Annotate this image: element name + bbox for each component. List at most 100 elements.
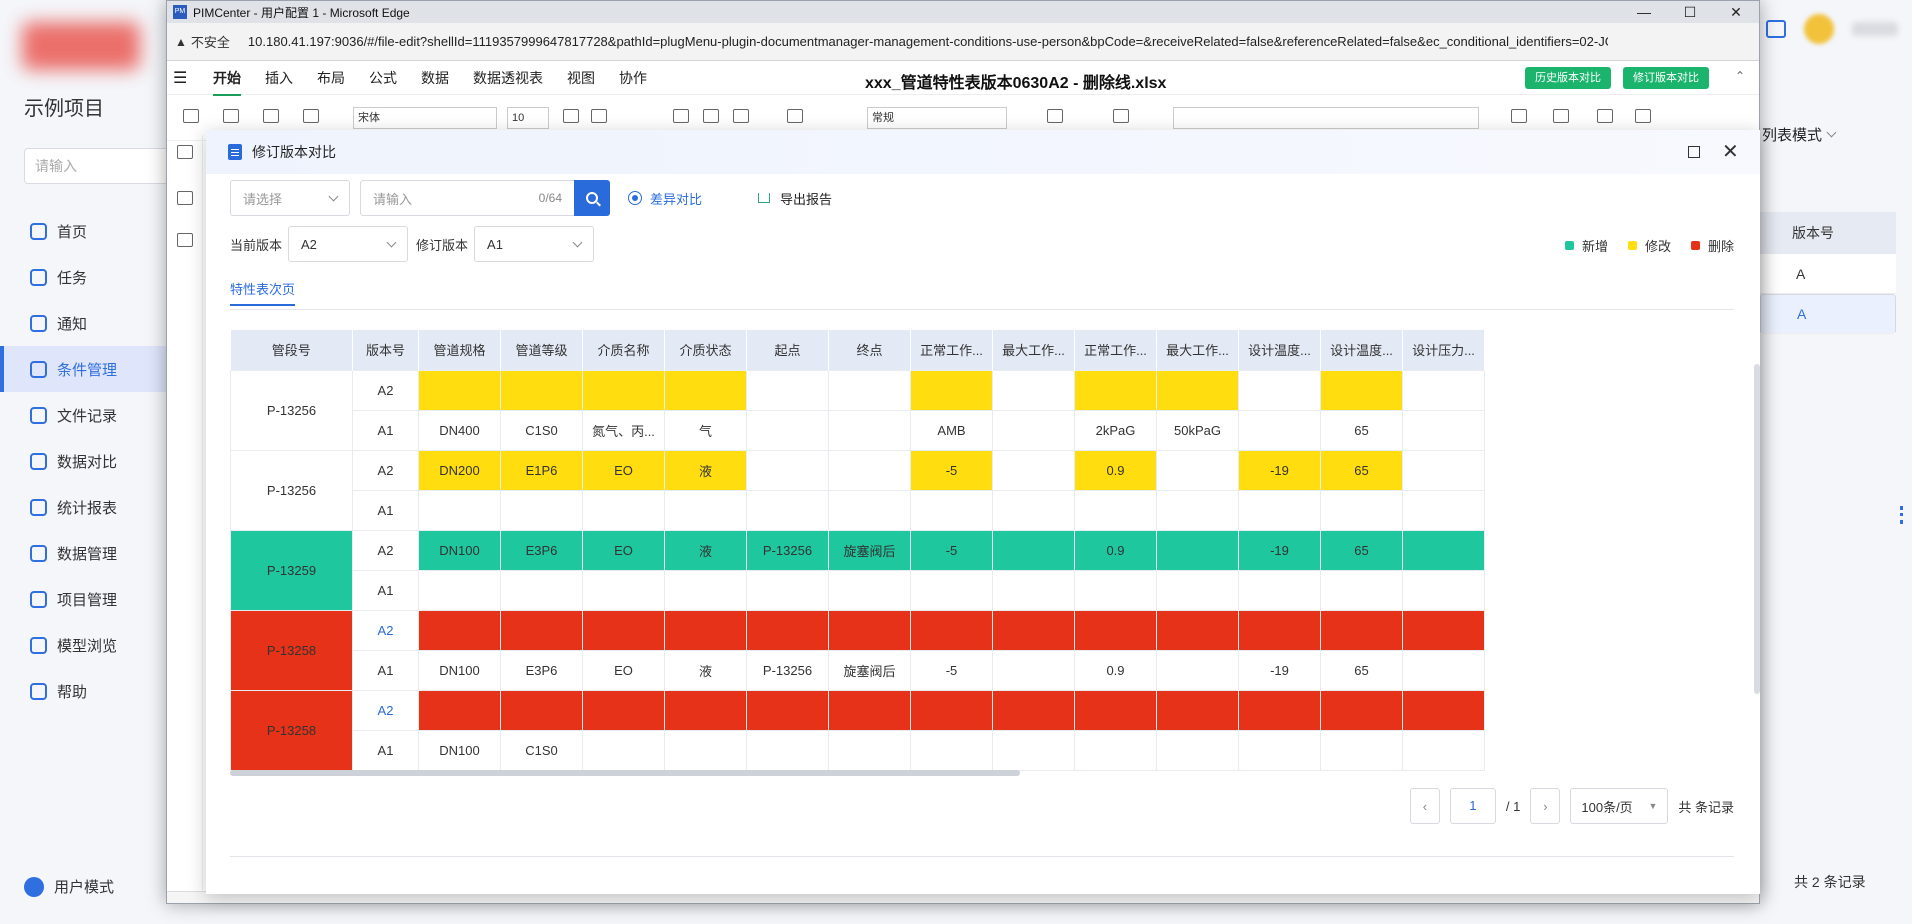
insert-cell-icon[interactable]	[1511, 109, 1527, 123]
table-row[interactable]: A1 DN400 C1S0 氮气、丙... 气 AMB 2kPaG 50kPaG 65	[231, 409, 1485, 451]
column-header[interactable]: 介质名称	[582, 330, 665, 370]
sidebar-item[interactable]: 项目管理	[0, 576, 166, 622]
table-row[interactable]: A1 DN100 E3P6 EO 液 P-13256 旋塞阀后 -5 0.9 -19 65	[231, 649, 1485, 691]
vertical-scrollbar[interactable]	[1754, 364, 1760, 694]
search-input[interactable]: 请输入 0/64	[360, 180, 574, 216]
history-compare-button[interactable]: 历史版本对比	[1525, 67, 1611, 89]
hamburger-menu-icon[interactable]: ☰	[173, 68, 201, 88]
column-header[interactable]: 介质状态	[664, 330, 747, 370]
user-mode-button[interactable]: 用户模式	[24, 876, 114, 897]
column-header[interactable]: 起点	[746, 330, 829, 370]
column-header[interactable]: 管道规格	[418, 330, 501, 370]
prev-page-button[interactable]: ‹	[1409, 788, 1440, 824]
column-header[interactable]: 正常工作...	[1074, 330, 1157, 370]
table-row[interactable]: P-13256 A2 DN200 E1P6 EO 液 -5 0.9 -19 65	[230, 449, 1485, 531]
table-row[interactable]: P-13259 A2 DN100 E3P6 EO 液 P-13256 旋塞阀后 -5 0.9 -19…	[230, 529, 1485, 611]
search-button[interactable]	[574, 180, 610, 216]
bg-table-row[interactable]: A	[1760, 294, 1896, 334]
font-shrink-icon[interactable]	[591, 109, 607, 123]
maximize-icon[interactable]	[1688, 146, 1700, 158]
sidebar-item[interactable]: 文件记录	[0, 392, 166, 438]
column-header[interactable]: 设计温度...	[1238, 330, 1321, 370]
page-input[interactable]: 1	[1449, 788, 1496, 824]
sort-icon[interactable]	[1597, 109, 1613, 123]
menu-collab[interactable]: 协作	[619, 68, 647, 88]
avatar[interactable]	[1804, 14, 1834, 44]
column-header[interactable]: 终点	[828, 330, 911, 370]
horizontal-scrollbar[interactable]	[230, 770, 1020, 776]
table-row[interactable]: A1 DN100 C1S0	[231, 729, 1485, 771]
font-grow-icon[interactable]	[563, 109, 579, 123]
comment-icon[interactable]	[177, 233, 193, 247]
sidebar-item[interactable]: 数据对比	[0, 438, 166, 484]
revision-version-select[interactable]: A1	[474, 226, 595, 262]
column-header[interactable]: 版本号	[352, 330, 419, 370]
revision-compare-button[interactable]: 修订版本对比	[1623, 67, 1709, 89]
menu-data[interactable]: 数据	[421, 68, 449, 88]
sidebar-item[interactable]: 帮助	[0, 668, 166, 714]
align-top-icon[interactable]	[673, 109, 689, 123]
table-icon[interactable]	[1047, 109, 1063, 123]
table-row[interactable]: P-13258 A2	[230, 609, 1485, 691]
export-report-button[interactable]: 导出报告	[758, 189, 832, 208]
menu-start[interactable]: 开始	[213, 68, 241, 96]
sidebar-item[interactable]: 统计报表	[0, 484, 166, 530]
menu-layout[interactable]: 布局	[317, 68, 345, 88]
field-select[interactable]: 请选择	[230, 180, 350, 216]
collapse-ribbon-icon[interactable]: ⌃	[1735, 69, 1745, 83]
font-name-select[interactable]: 宋体	[353, 107, 497, 129]
bg-table-row[interactable]: A	[1760, 254, 1896, 294]
align-bottom-icon[interactable]	[733, 109, 749, 123]
more-dots-icon[interactable]	[1900, 506, 1903, 524]
menu-view[interactable]: 视图	[567, 68, 595, 88]
delete-cell-icon[interactable]	[1553, 109, 1569, 123]
diff-compare-radio[interactable]: 差异对比	[628, 189, 702, 208]
sidebar-item[interactable]: 任务	[0, 254, 166, 300]
font-size-select[interactable]: 10	[507, 107, 549, 129]
message-icon[interactable]	[1766, 20, 1786, 38]
table-row[interactable]: P-13258 A2	[230, 689, 1485, 771]
column-header[interactable]: 管道等级	[500, 330, 583, 370]
print-icon[interactable]	[183, 109, 199, 123]
list-mode-dropdown[interactable]: 列表模式	[1762, 124, 1837, 145]
sidebar-item[interactable]: 条件管理	[0, 346, 166, 392]
sidebar-item[interactable]: 模型浏览	[0, 622, 166, 668]
close-icon[interactable]: ✕	[1722, 139, 1739, 164]
cell-style-field[interactable]	[1173, 107, 1479, 129]
column-header[interactable]: 设计温度...	[1320, 330, 1403, 370]
column-header[interactable]: 最大工作...	[1156, 330, 1239, 370]
sidebar-item[interactable]: 首页	[0, 208, 166, 254]
minimize-icon[interactable]: —	[1621, 4, 1667, 20]
column-header[interactable]: 管段号	[230, 330, 353, 370]
tab-sheet-secondary[interactable]: 特性表次页	[230, 276, 296, 306]
table-row[interactable]: A1	[231, 569, 1485, 611]
table-row[interactable]: P-13256 A2	[230, 369, 1485, 451]
find-icon[interactable]	[177, 191, 193, 205]
menu-formula[interactable]: 公式	[369, 68, 397, 88]
sidebar-search-input[interactable]: 请输入	[24, 148, 184, 184]
align-middle-icon[interactable]	[703, 109, 719, 123]
format-brush-icon[interactable]	[303, 109, 319, 123]
number-format-select[interactable]: 常规	[867, 107, 1007, 129]
close-window-icon[interactable]: ✕	[1713, 4, 1759, 21]
text-direction-icon[interactable]	[787, 109, 803, 123]
column-header[interactable]: 最大工作...	[992, 330, 1075, 370]
current-version-select[interactable]: A2	[288, 226, 409, 262]
url-field[interactable]: 10.180.41.197:9036/#/file-edit?shellId=1…	[248, 34, 1608, 49]
menu-pivot[interactable]: 数据透视表	[473, 68, 543, 88]
maximize-icon[interactable]: ☐	[1667, 4, 1713, 21]
next-page-button[interactable]: ›	[1530, 788, 1561, 824]
table-style-icon[interactable]	[1113, 109, 1129, 123]
security-warning[interactable]: ▲ 不安全	[175, 32, 230, 51]
column-header[interactable]: 正常工作...	[910, 330, 993, 370]
menu-insert[interactable]: 插入	[265, 68, 293, 88]
table-row[interactable]: A1	[231, 489, 1485, 531]
column-header[interactable]: 设计压力...	[1402, 330, 1485, 370]
paste-icon[interactable]	[263, 109, 279, 123]
sidebar-item[interactable]: 通知	[0, 300, 166, 346]
page-size-select[interactable]: 100条/页 ▼	[1570, 788, 1669, 824]
save-icon[interactable]	[177, 145, 193, 159]
filter-icon[interactable]	[1635, 109, 1651, 123]
copy-icon[interactable]	[223, 109, 239, 123]
sidebar-item[interactable]: 数据管理	[0, 530, 166, 576]
